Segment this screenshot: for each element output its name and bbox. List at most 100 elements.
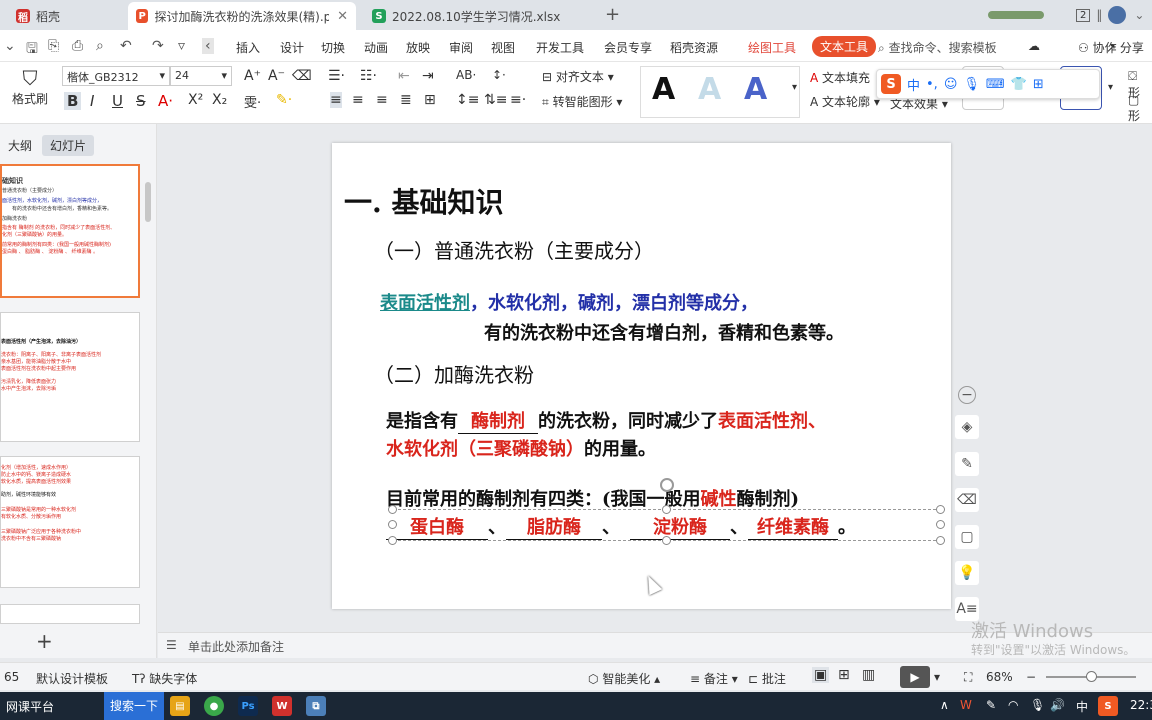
text-style-sample-1[interactable]: A [652,72,675,107]
resize-handle[interactable] [388,505,397,514]
font-size-select[interactable]: 24 ▾ [170,66,232,86]
resize-handle[interactable] [662,536,671,545]
subscript-icon[interactable]: X₂ [212,92,227,108]
play-icon[interactable]: ▶ [900,666,930,688]
redo-icon[interactable]: ↷ [152,38,164,54]
collapse-icon[interactable]: − [958,386,976,404]
chevron-down-icon[interactable]: ▾ [1108,82,1113,93]
undo-icon[interactable]: ↶ [120,38,132,54]
section-heading-2[interactable]: （二）加酶洗衣粉 [374,359,534,388]
text-outline-button[interactable]: A 文本轮廓 ▾ [810,93,880,110]
paragraph-spacing-icon[interactable]: ⇅≡ [484,92,507,108]
paragraph-2-cont[interactable]: 水软化剂（三聚磷酸钠）的用量。 [386,435,656,461]
photoshop-icon[interactable]: Ps [238,696,258,716]
shape-outline-icon[interactable]: ▢ 形 [1128,93,1152,124]
split-icon[interactable]: ‖ [1096,8,1102,22]
comments-toggle[interactable]: ⊏ 批注 [748,670,786,687]
text-direction-icon[interactable]: AB· [456,68,476,82]
font-color-icon[interactable]: A· [158,92,173,110]
chevron-up-icon[interactable]: ∧ [940,698,949,712]
tab-outline[interactable]: 大纲 [0,135,40,156]
fit-icon[interactable]: ⛶ [964,670,972,685]
notes-toggle[interactable]: ≡ 备注 ▾ [690,670,738,687]
menu-drawing-tools[interactable]: 绘图工具 [748,39,796,56]
normal-view-icon[interactable]: ▣ [812,667,830,683]
outdent-icon[interactable]: ⇤ [398,68,410,84]
tab-slides[interactable]: 幻灯片 [42,135,95,156]
bold-icon[interactable]: B [64,92,82,110]
tab-docer[interactable]: 稻 稻壳 [8,2,68,30]
slide-title[interactable]: 一. 基础知识 [344,181,504,221]
section-heading-1[interactable]: （一）普通洗衣粉（主要成分） [374,235,654,264]
browser-icon[interactable]: ● [204,696,224,716]
text-fill-button[interactable]: A 文本填充 [810,69,870,86]
resize-handle[interactable] [936,505,945,514]
pen-icon[interactable]: ✎ [955,452,979,476]
menu-review[interactable]: 审阅 [449,39,473,56]
menu-animation[interactable]: 动画 [364,39,388,56]
search-command[interactable]: ⌕ 查找命令、搜索模板 [878,39,997,56]
resize-handle[interactable] [388,536,397,545]
slide-thumbnail-4[interactable] [0,604,140,624]
mic-icon[interactable]: 🎙 [963,77,980,92]
menu-docer-resources[interactable]: 稻壳资源 [670,39,718,56]
share-button[interactable]: ↗ 分享 [1106,39,1144,56]
justify-icon[interactable]: ≣ [400,92,412,108]
emoji-icon[interactable]: ☺ [944,77,958,92]
menu-design[interactable]: 设计 [280,39,304,56]
indent-icon[interactable]: ⇥ [422,68,434,84]
resize-handle[interactable] [388,520,397,529]
apps-icon[interactable]: ⊞ [1033,77,1044,92]
menu-member[interactable]: 会员专享 [604,39,652,56]
superscript-icon[interactable]: X² [188,92,203,108]
tab-xlsx[interactable]: S 2022.08.10学生学习情况.xlsx [364,2,584,30]
template-name[interactable]: 默认设计模板 [36,670,108,687]
rotate-handle[interactable] [660,478,674,492]
taskbar-label[interactable]: 网课平台 [6,698,54,715]
text-style-sample-3[interactable]: A [744,72,767,107]
folder-icon[interactable]: ▤ [170,696,190,716]
save-icon[interactable]: 🖫 [26,38,38,62]
strikethrough-icon[interactable]: S [136,92,146,110]
shrink-font-icon[interactable]: A⁻ [268,68,285,84]
numbered-list-icon[interactable]: ☷· [360,68,377,84]
new-tab-button[interactable]: + [605,4,620,25]
clock[interactable]: 22:3 [1130,698,1152,712]
chevron-down-icon[interactable]: ▾ [934,670,940,684]
underline-icon[interactable]: U [112,92,123,110]
volume-icon[interactable]: 🔊 [1050,698,1065,712]
menu-developer[interactable]: 开发工具 [536,39,584,56]
keyboard-icon[interactable]: ⌨ [986,77,1005,92]
missing-font-button[interactable]: Tʔ 缺失字体 [132,670,197,687]
chevron-down-icon[interactable]: ⌄ [1134,8,1144,22]
frame-icon[interactable]: ▢ [955,525,979,549]
avatar[interactable] [1108,6,1127,24]
align-center-icon[interactable]: ≡ [352,92,364,108]
window-count-badge[interactable]: 2 [1076,8,1091,22]
chevron-down-icon[interactable]: ⌄ [4,38,16,54]
sogou-tray-icon[interactable]: S [1098,696,1118,716]
skin-icon[interactable]: 👕 [1011,77,1027,92]
zoom-slider-thumb[interactable] [1086,671,1097,682]
phonetic-icon[interactable]: 雯· [244,92,261,111]
app-icon[interactable]: ⧉ [306,696,326,716]
menu-insert[interactable]: 插入 [236,39,260,56]
taskbar-search[interactable]: 搜索一下 [104,692,165,720]
align-left-icon[interactable]: ≡ [330,92,342,108]
spacing-menu-icon[interactable]: ≡· [510,92,526,108]
close-icon[interactable]: ✕ [337,9,348,24]
text-style-sample-2[interactable]: A [698,72,721,107]
mic-tray-icon[interactable]: 🎙 [1030,698,1045,712]
reading-view-icon[interactable]: ▥ [862,667,875,683]
menu-slideshow[interactable]: 放映 [406,39,430,56]
grid-view-icon[interactable]: ⊞ [838,667,850,683]
highlight-icon[interactable]: ✎· [276,92,292,108]
align-right-icon[interactable]: ≡ [376,92,388,108]
italic-icon[interactable]: I [90,92,94,110]
font-name-select[interactable]: 楷体_GB2312 ▾ [62,66,170,86]
preview-icon[interactable]: ⌕ [96,38,104,54]
pen-tray-icon[interactable]: ✎ [986,698,996,712]
zoom-level[interactable]: 68% [986,670,1013,684]
clear-format-icon[interactable]: ⌫ [292,68,312,84]
slide-thumbnail-1[interactable]: 础知识 普通洗衣粉（主要成分） 面活性剂，水软化剂，碱剂，漂白剂等成分， 有的洗… [0,164,140,298]
